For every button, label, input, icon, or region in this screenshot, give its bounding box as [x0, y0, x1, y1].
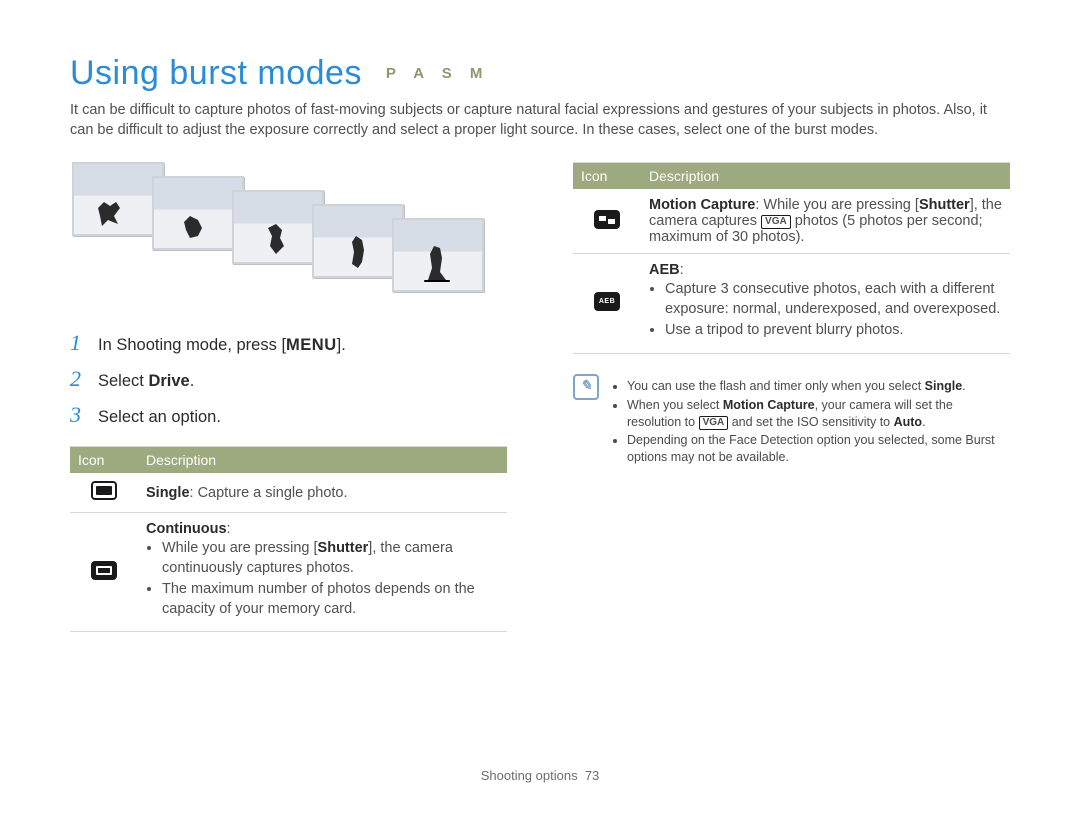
note-box: ✎ You can use the flash and timer only w…: [573, 374, 1010, 472]
row-continuous: Continuous: While you are pressing [Shut…: [70, 513, 507, 632]
vga-chip-note: VGA: [699, 416, 729, 430]
options-table-left: Icon Description Single: Capture a singl…: [70, 446, 507, 632]
single-icon: [91, 481, 117, 500]
row-single: Single: Capture a single photo.: [70, 473, 507, 513]
step-2: 2 Select Drive.: [70, 366, 507, 392]
title-main: Using burst modes: [70, 54, 362, 92]
frame-3: [232, 190, 324, 264]
th-icon-r: Icon: [573, 163, 641, 190]
frame-2: [152, 176, 244, 250]
th-desc: Description: [138, 447, 507, 474]
frame-1: [72, 162, 164, 236]
title-modes: P A S M: [386, 65, 489, 82]
left-column: 1 In Shooting mode, press [MENU]. 2 Sele…: [70, 162, 507, 632]
intro-text: It can be difficult to capture photos of…: [70, 101, 1010, 140]
note-icon: ✎: [573, 374, 599, 400]
frame-4: [312, 204, 404, 278]
options-table-right: Icon Description Motion Capture: While y…: [573, 162, 1010, 354]
motion-icon: [594, 210, 620, 229]
continuous-icon: [91, 561, 117, 580]
aeb-icon: [594, 292, 620, 311]
frame-5: [392, 218, 484, 292]
step-1: 1 In Shooting mode, press [MENU].: [70, 330, 507, 356]
row-motion: Motion Capture: While you are pressing […: [573, 189, 1010, 254]
th-icon: Icon: [70, 447, 138, 474]
th-desc-r: Description: [641, 163, 1010, 190]
steps-list: 1 In Shooting mode, press [MENU]. 2 Sele…: [70, 330, 507, 428]
filmstrip-illustration: [70, 162, 507, 304]
page-footer: Shooting options 73: [0, 768, 1080, 783]
step-3: 3 Select an option.: [70, 402, 507, 428]
menu-chip: MENU: [286, 336, 337, 355]
right-column: Icon Description Motion Capture: While y…: [573, 162, 1010, 632]
row-aeb: AEB: Capture 3 consecutive photos, each …: [573, 254, 1010, 354]
page-title: Using burst modes P A S M: [70, 54, 1010, 93]
vga-chip: VGA: [761, 215, 791, 229]
note-list: You can use the flash and timer only whe…: [611, 376, 1010, 468]
